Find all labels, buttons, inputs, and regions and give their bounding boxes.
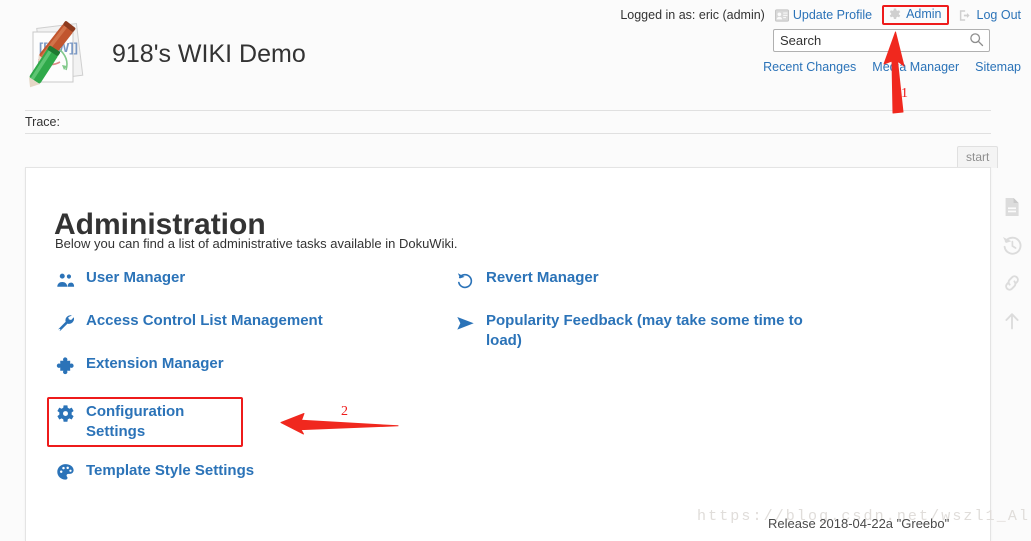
palette-icon: [54, 462, 76, 484]
update-profile-label: Update Profile: [792, 8, 873, 22]
admin-link-label: Admin: [906, 7, 942, 22]
admin-item-label: Popularity Feedback (may take some time …: [486, 312, 803, 349]
site-logo-and-title[interactable]: [[DW]]: [20, 18, 306, 90]
search-icon: [969, 32, 984, 50]
sitemap-link[interactable]: Sitemap: [975, 60, 1021, 74]
admin-item-label: Configuration Settings: [86, 403, 185, 440]
admin-column-right: Revert Manager Popularity Feedback (may …: [454, 268, 854, 504]
admin-item-label: Extension Manager: [86, 355, 224, 372]
admin-item-user-manager[interactable]: User Manager: [54, 268, 424, 291]
site-header: Logged in as: eric (admin) Update Profil…: [0, 0, 1031, 110]
logout-label: Log Out: [976, 8, 1021, 22]
admin-item-label: User Manager: [86, 269, 186, 286]
admin-item-acl-management[interactable]: Access Control List Management: [54, 311, 424, 334]
page-description: Below you can find a list of administrat…: [55, 236, 458, 251]
admin-link-highlight-box: Admin: [882, 5, 949, 25]
show-page-icon[interactable]: [1001, 196, 1023, 218]
release-version-label: Release 2018-04-22a "Greebo": [768, 516, 950, 531]
puzzle-piece-icon: [54, 355, 76, 377]
wrench-icon: [54, 312, 76, 334]
page-tab-start[interactable]: start: [957, 146, 999, 168]
search-input[interactable]: [774, 30, 963, 51]
breadcrumb-trace: Trace:: [25, 110, 991, 134]
backlinks-icon[interactable]: [1001, 272, 1023, 294]
search-form[interactable]: [773, 29, 990, 52]
update-profile-link[interactable]: Update Profile: [774, 8, 873, 22]
admin-item-label: Revert Manager: [486, 269, 599, 286]
dokuwiki-admin-page: Logged in as: eric (admin) Update Profil…: [0, 0, 1031, 541]
annotation-number-2: 2: [341, 404, 348, 419]
annotation-number-1: 1: [901, 86, 908, 101]
user-tools-bar: Logged in as: eric (admin) Update Profil…: [620, 5, 1021, 25]
gear-icon: [888, 8, 902, 21]
site-title: 918's WIKI Demo: [112, 39, 306, 68]
admin-item-template-style-settings[interactable]: Template Style Settings: [54, 461, 424, 484]
admin-item-configuration-settings[interactable]: Configuration Settings: [47, 397, 243, 447]
id-card-icon: [774, 8, 789, 22]
admin-item-popularity-feedback[interactable]: Popularity Feedback (may take some time …: [454, 311, 854, 351]
breadcrumb-label: Trace:: [25, 115, 60, 129]
admin-item-label: Template Style Settings: [86, 461, 255, 479]
content-card: Administration Below you can find a list…: [25, 167, 991, 541]
send-arrow-icon: [454, 312, 476, 334]
admin-item-label: Access Control List Management: [86, 312, 323, 329]
recent-changes-link[interactable]: Recent Changes: [763, 60, 856, 74]
logout-link[interactable]: Log Out: [959, 8, 1021, 22]
undo-arrow-icon: [454, 269, 476, 291]
dokuwiki-logo-icon: [[DW]]: [20, 18, 96, 90]
old-revisions-icon[interactable]: [1001, 234, 1023, 256]
users-icon: [54, 269, 76, 291]
admin-task-columns: User Manager Access Control List Managem…: [47, 268, 954, 504]
logged-in-status: Logged in as: eric (admin): [620, 8, 765, 22]
admin-link[interactable]: Admin: [888, 7, 942, 22]
admin-item-revert-manager[interactable]: Revert Manager: [454, 268, 854, 291]
site-nav-links: Recent Changes Media Manager Sitemap: [763, 60, 1021, 74]
admin-item-extension-manager[interactable]: Extension Manager: [54, 354, 424, 377]
gear-icon: [54, 403, 76, 425]
admin-column-left: User Manager Access Control List Managem…: [47, 268, 424, 504]
back-to-top-icon[interactable]: [1001, 310, 1023, 332]
media-manager-link[interactable]: Media Manager: [872, 60, 959, 74]
page-tools-rail: [993, 168, 1031, 358]
search-button[interactable]: [963, 30, 989, 51]
logout-icon: [959, 9, 973, 22]
